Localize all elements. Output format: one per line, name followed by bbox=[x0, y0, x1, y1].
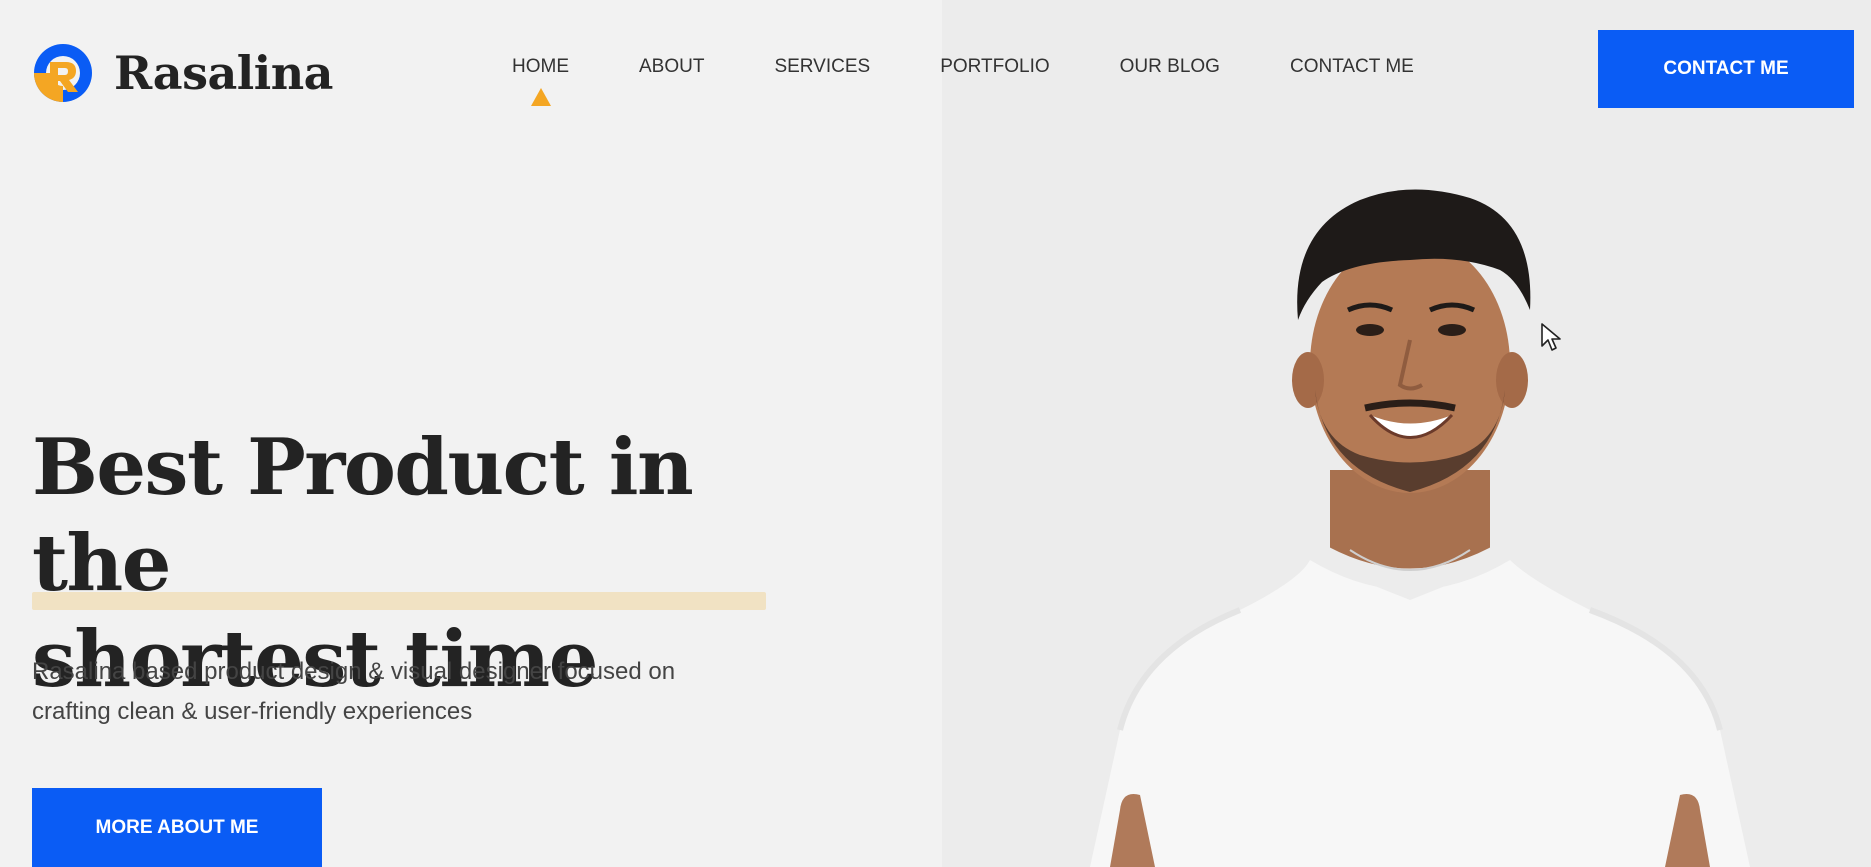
nav-item-label: PORTFOLIO bbox=[940, 56, 1050, 77]
triangle-up-icon bbox=[530, 88, 551, 106]
nav-item-services[interactable]: SERVICES bbox=[774, 56, 870, 78]
nav-item-portfolio[interactable]: PORTFOLIO bbox=[940, 56, 1049, 78]
nav-item-label: HOME bbox=[512, 56, 569, 77]
nav-item-label: OUR BLOG bbox=[1119, 56, 1220, 77]
headline-line-1: Best Product in the bbox=[32, 422, 694, 609]
nav-item-label: SERVICES bbox=[774, 56, 871, 77]
brand-logo[interactable]: Rasalina bbox=[32, 42, 334, 104]
brand-name: Rasalina bbox=[114, 46, 334, 100]
nav-item-label: CONTACT ME bbox=[1289, 56, 1414, 77]
portrait-photo bbox=[1090, 189, 1750, 867]
nav-item-contact[interactable]: CONTACT ME bbox=[1290, 56, 1414, 78]
contact-me-button[interactable]: CONTACT ME bbox=[1598, 30, 1854, 108]
mouse-pointer-icon bbox=[1541, 323, 1561, 351]
hero-subtext: Rasalina based product design & visual d… bbox=[32, 658, 676, 725]
more-about-me-button[interactable]: MORE ABOUT ME bbox=[32, 788, 322, 867]
nav-item-label: ABOUT bbox=[639, 56, 705, 77]
rasalina-logo-icon bbox=[34, 44, 92, 102]
nav-item-blog[interactable]: OUR BLOG bbox=[1120, 56, 1220, 78]
nav-item-about[interactable]: ABOUT bbox=[639, 56, 704, 78]
main-nav: HOME ABOUT SERVICES PORTFOLIO OUR BLOG C… bbox=[512, 56, 1414, 106]
nav-item-home[interactable]: HOME bbox=[512, 56, 569, 106]
page: Rasalina HOME ABOUT SERVICES PORTFOLIO O… bbox=[0, 0, 1871, 867]
